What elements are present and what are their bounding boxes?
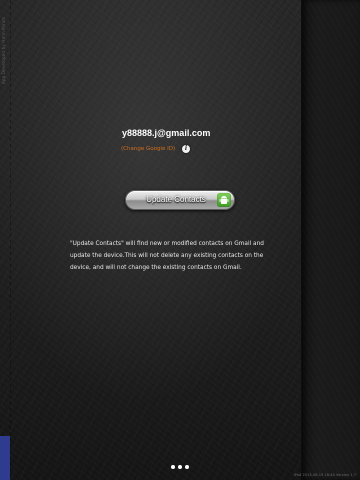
page-dot [171,465,175,469]
side-tab[interactable] [0,436,10,480]
page-dot [178,465,182,469]
side-credit: App Developed by Hmm Moum [1,16,6,84]
page-indicator[interactable] [171,465,189,469]
left-stitch [10,0,11,480]
build-info: iPad 2013-06-19 16:44 Version 1.7 [293,473,356,477]
account-email: y88888.j@gmail.com [122,128,211,138]
page-dot [185,465,189,469]
android-icon [217,193,231,207]
update-contacts-button[interactable]: Update Contacts [125,190,235,210]
info-icon[interactable]: i [182,145,190,153]
change-google-id-link[interactable]: (Change Google ID) [121,146,175,152]
info-glyph: i [184,145,188,152]
right-panel [301,0,360,480]
update-contacts-label: Update Contacts [146,195,206,204]
description-text: "Update Contacts" will find new or modif… [70,241,264,271]
